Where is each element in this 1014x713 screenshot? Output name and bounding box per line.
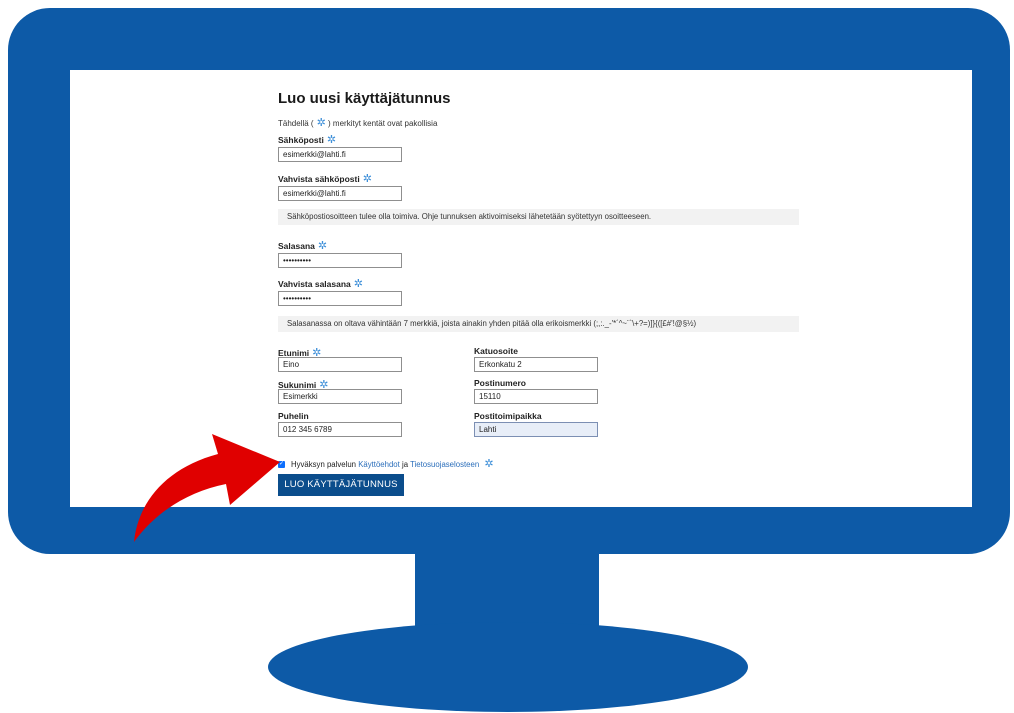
password-label-text: Salasana — [278, 241, 315, 251]
city-field[interactable]: Lahti — [474, 422, 598, 437]
city-label: Postitoimipaikka — [474, 411, 542, 421]
first-name-field[interactable]: Eino — [278, 357, 402, 372]
email-confirm-label: Vahvista sähköposti ✲ — [278, 172, 372, 185]
monitor-stand-base — [268, 622, 748, 712]
postal-code-label: Postinumero — [474, 378, 526, 388]
password-field[interactable]: •••••••••• — [278, 253, 402, 268]
consent-and-text: ja — [401, 460, 409, 469]
email-field[interactable]: esimerkki@lahti.fi — [278, 147, 402, 162]
email-label: Sähköposti ✲ — [278, 133, 336, 146]
required-star-icon: ✲ — [484, 458, 494, 470]
email-confirm-field[interactable]: esimerkki@lahti.fi — [278, 186, 402, 201]
required-star-icon: ✲ — [362, 173, 372, 185]
postal-code-field[interactable]: 15110 — [474, 389, 598, 404]
consent-text: Hyväksyn palvelun — [291, 460, 357, 469]
required-note: Tähdellä (✲ ) merkityt kentät ovat pakol… — [278, 116, 437, 129]
email-label-text: Sähköposti — [278, 135, 324, 145]
email-info-message: Sähköpostiosoitteen tulee olla toimiva. … — [278, 209, 799, 225]
street-label: Katuosoite — [474, 346, 518, 356]
password-info-message: Salasanassa on oltava vähintään 7 merkki… — [278, 316, 799, 332]
phone-field[interactable]: 012 345 6789 — [278, 422, 402, 437]
password-confirm-field[interactable]: •••••••••• — [278, 291, 402, 306]
last-name-field[interactable]: Esimerkki — [278, 389, 402, 404]
consent-row: ✓ Hyväksyn palvelun Käyttöehdot ja Tietos… — [278, 457, 494, 470]
required-star-icon: ✲ — [326, 134, 337, 146]
privacy-link[interactable]: Tietosuojaselosteen — [410, 460, 479, 469]
terms-link[interactable]: Käyttöehdot — [358, 460, 400, 469]
required-note-prefix: Tähdellä ( — [278, 119, 314, 128]
required-star-icon: ✲ — [353, 278, 363, 290]
required-star-icon: ✲ — [317, 240, 328, 252]
curved-arrow-icon — [134, 434, 280, 542]
curved-arrow-shape — [134, 434, 280, 542]
required-note-suffix: ) merkityt kentät ovat pakollisia — [328, 119, 438, 128]
password-label: Salasana ✲ — [278, 239, 327, 252]
email-confirm-label-text: Vahvista sähköposti — [278, 174, 360, 184]
password-confirm-label-text: Vahvista salasana — [278, 279, 351, 289]
street-field[interactable]: Erkonkatu 2 — [474, 357, 598, 372]
password-confirm-label: Vahvista salasana ✲ — [278, 277, 363, 290]
create-account-button[interactable]: LUO KÄYTTÄJÄTUNNUS — [278, 474, 404, 496]
page-title: Luo uusi käyttäjätunnus — [278, 90, 451, 107]
required-star-icon: ✲ — [316, 117, 326, 129]
